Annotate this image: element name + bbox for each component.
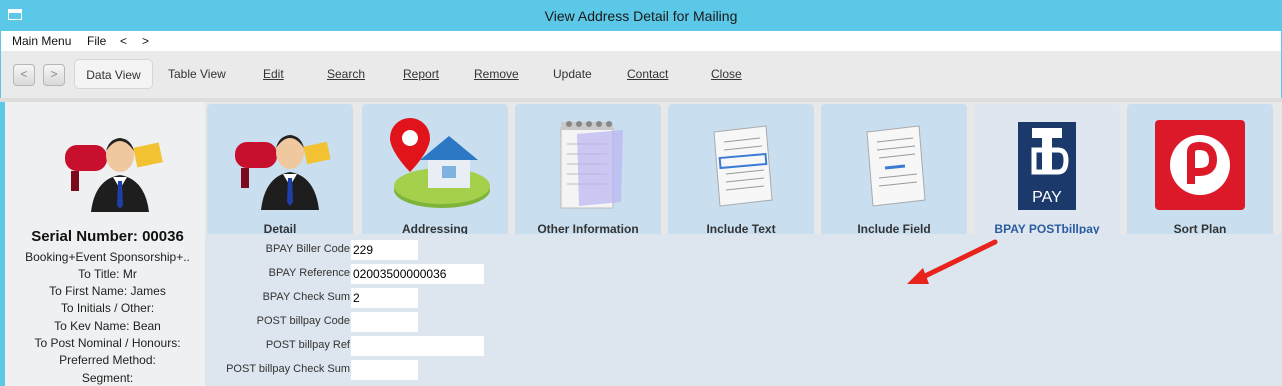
post-billpay-check-label: POST billpay Check Sum <box>226 363 350 375</box>
tab-strip: Detail Addressing Other Information Incl… <box>205 102 1282 236</box>
update-button[interactable]: Update <box>553 67 592 81</box>
contact-button[interactable]: Contact <box>627 67 668 81</box>
form-row: BPAY Reference 02003500000036 <box>205 264 645 284</box>
reference-field[interactable]: 02003500000036 <box>351 264 484 284</box>
tab-include-text[interactable]: Include Text <box>668 104 814 236</box>
mailbox-person-icon <box>65 138 163 212</box>
document-field-icon <box>866 125 926 207</box>
summary-line: To Initials / Other: <box>60 301 155 315</box>
red-arrow-annotation <box>907 239 998 284</box>
mailbox-person-icon <box>235 135 331 210</box>
tab-addressing[interactable]: Addressing <box>362 104 508 236</box>
summary-line: Booking+Event Sponsorship+.. <box>25 250 190 264</box>
map-pin-house-icon <box>390 118 490 208</box>
menu-bar: Main Menu File < > <box>0 31 1282 51</box>
document-text-icon <box>713 125 773 207</box>
forward-button[interactable]: > <box>43 64 65 86</box>
biller-code-label: BPAY Biller Code <box>265 243 350 255</box>
tab-detail[interactable]: Detail <box>207 104 353 236</box>
report-button[interactable]: Report <box>403 67 439 81</box>
form-row: BPAY Biller Code 229 <box>205 240 645 260</box>
notepad-icon <box>560 121 623 209</box>
summary-line: To Title: Mr <box>78 267 137 281</box>
close-button[interactable]: Close <box>711 67 742 81</box>
form-row: POST billpay Code <box>205 312 645 332</box>
auspost-logo-icon <box>1155 120 1245 210</box>
biller-code-field[interactable]: 229 <box>351 240 418 260</box>
post-billpay-ref-field[interactable] <box>351 336 484 356</box>
menu-forward[interactable]: > <box>142 34 149 48</box>
form-row: POST billpay Ref <box>205 336 645 356</box>
post-billpay-check-field[interactable] <box>351 360 418 380</box>
title-bar: View Address Detail for Mailing <box>0 0 1282 31</box>
menu-file[interactable]: File <box>87 34 106 48</box>
tab-other-information[interactable]: Other Information <box>515 104 661 236</box>
summary-line: Segment: <box>81 371 134 385</box>
record-summary-panel: Serial Number: 00036 Booking+Event Spons… <box>0 102 210 386</box>
toolbar: < > Data View Table View Edit Search Rep… <box>0 51 1282 98</box>
tab-include-field[interactable]: Include Field <box>821 104 967 236</box>
tab-sort-plan[interactable]: Sort Plan <box>1127 104 1273 236</box>
svg-text:PAY: PAY <box>1032 189 1062 206</box>
summary-line: To First Name: James <box>49 284 166 298</box>
search-button[interactable]: Search <box>327 67 365 81</box>
summary-line: To Kev Name: Bean <box>54 319 161 333</box>
window-title: View Address Detail for Mailing <box>544 8 738 24</box>
bpay-form: BPAY Biller Code 229 BPAY Reference 0200… <box>205 234 1282 386</box>
table-view-button[interactable]: Table View <box>168 67 226 81</box>
summary-line: Preferred Method: <box>59 353 156 367</box>
post-billpay-code-field[interactable] <box>351 312 418 332</box>
menu-back[interactable]: < <box>120 34 127 48</box>
back-button[interactable]: < <box>13 64 35 86</box>
data-view-button[interactable]: Data View <box>74 59 153 89</box>
reference-label: BPAY Reference <box>268 267 350 279</box>
remove-button[interactable]: Remove <box>474 67 519 81</box>
post-billpay-ref-label: POST billpay Ref <box>265 339 350 351</box>
form-row: BPAY Check Sum 2 <box>205 288 645 308</box>
check-sum-field[interactable]: 2 <box>351 288 418 308</box>
check-sum-label: BPAY Check Sum <box>262 291 350 303</box>
form-row: POST billpay Check Sum <box>205 360 645 380</box>
bpay-logo-icon: PAY <box>1018 122 1076 210</box>
tab-bpay-postbillpay[interactable]: PAY BPAY POSTbillpay <box>974 104 1120 236</box>
serial-number: Serial Number: 00036 <box>31 228 184 245</box>
menu-main[interactable]: Main Menu <box>12 34 71 48</box>
edit-button[interactable]: Edit <box>263 67 284 81</box>
post-billpay-code-label: POST billpay Code <box>256 315 350 327</box>
summary-line: To Post Nominal / Honours: <box>34 336 181 350</box>
